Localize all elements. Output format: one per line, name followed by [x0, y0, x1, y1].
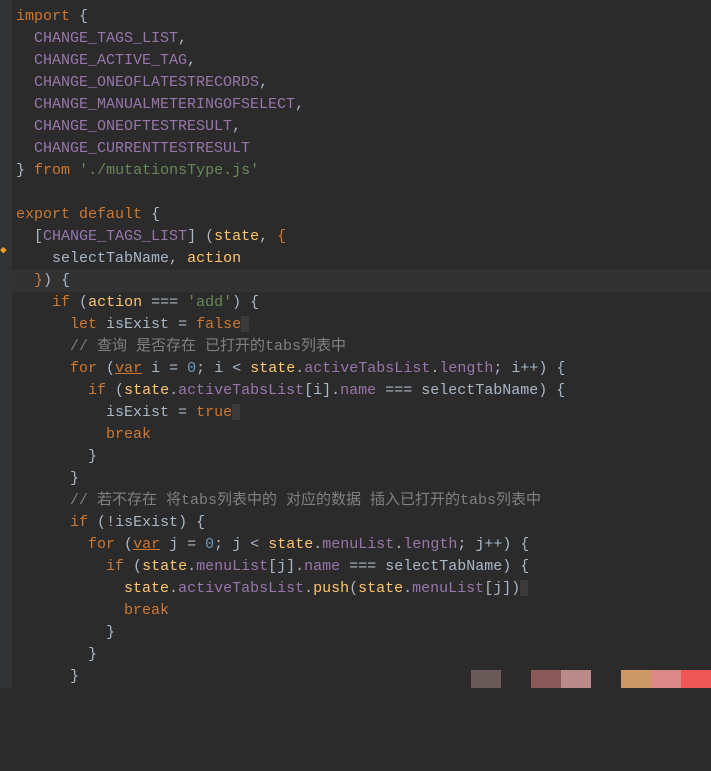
keyword-false: false: [196, 316, 241, 333]
code-editor[interactable]: import { CHANGE_TAGS_LIST, CHANGE_ACTIVE…: [0, 0, 711, 688]
property: name: [304, 558, 340, 575]
number-literal: 0: [187, 360, 196, 377]
increment: j++: [475, 536, 502, 553]
expression: !isExist: [106, 514, 178, 531]
import-item: CHANGE_ONEOFTESTRESULT: [34, 118, 232, 135]
keyword-import: import: [16, 8, 70, 25]
keyword-break: break: [106, 426, 151, 443]
identifier: action: [88, 294, 142, 311]
property: menuList: [196, 558, 268, 575]
keyword-if: if: [70, 514, 88, 531]
keyword-true: true: [196, 404, 232, 421]
keyword-if: if: [88, 382, 106, 399]
identifier: isExist: [106, 404, 169, 421]
operator: ===: [151, 294, 178, 311]
property: menuList: [412, 580, 484, 597]
identifier: state: [142, 558, 187, 575]
comment: // 若不存在 将tabs列表中的 对应的数据 插入已打开的tabs列表中: [70, 492, 541, 509]
keyword-var: var: [115, 360, 142, 377]
identifier: state: [124, 382, 169, 399]
identifier: state: [268, 536, 313, 553]
property: activeTabsList: [178, 580, 304, 597]
keyword-let: let: [70, 316, 97, 333]
identifier: state: [358, 580, 403, 597]
property: length: [403, 536, 457, 553]
identifier: i: [214, 360, 223, 377]
identifier: i: [313, 382, 322, 399]
comment: // 查询 是否存在 已打开的tabs列表中: [70, 338, 346, 355]
gutter[interactable]: [0, 0, 12, 688]
code-area[interactable]: import { CHANGE_TAGS_LIST, CHANGE_ACTIVE…: [12, 0, 565, 688]
trailing-space-marker: [232, 404, 240, 420]
identifier: j: [493, 580, 502, 597]
keyword-var: var: [133, 536, 160, 553]
identifier: state: [124, 580, 169, 597]
keyword-break: break: [124, 602, 169, 619]
property: menuList: [322, 536, 394, 553]
keyword-for: for: [70, 360, 97, 377]
import-item: CHANGE_ONEOFLATESTRECORDS: [34, 74, 259, 91]
import-item: CHANGE_CURRENTTESTRESULT: [34, 140, 250, 157]
method: push: [313, 580, 349, 597]
destructure-field: selectTabName: [52, 250, 169, 267]
increment: i++: [511, 360, 538, 377]
keyword-export: export: [16, 206, 70, 223]
trailing-space-marker: [241, 316, 249, 332]
import-source: './mutationsType.js': [79, 162, 259, 179]
property: name: [340, 382, 376, 399]
identifier: isExist: [106, 316, 169, 333]
warning-gutter-icon[interactable]: ◆: [0, 240, 7, 262]
identifier: i: [151, 360, 160, 377]
identifier: selectTabName: [421, 382, 538, 399]
keyword-for: for: [88, 536, 115, 553]
identifier: j: [232, 536, 241, 553]
identifier: j: [169, 536, 178, 553]
identifier: selectTabName: [385, 558, 502, 575]
keyword-if: if: [52, 294, 70, 311]
import-item: CHANGE_MANUALMETERINGOFSELECT: [34, 96, 295, 113]
keyword-from: from: [34, 162, 70, 179]
destructure-field: action: [187, 250, 241, 267]
param-state: state: [214, 228, 259, 245]
property: activeTabsList: [304, 360, 430, 377]
property: length: [439, 360, 493, 377]
import-item: CHANGE_TAGS_LIST: [34, 30, 178, 47]
identifier: j: [277, 558, 286, 575]
trailing-space-marker: [520, 580, 528, 596]
property: activeTabsList: [178, 382, 304, 399]
identifier: state: [250, 360, 295, 377]
keyword-default: default: [79, 206, 142, 223]
keyword-if: if: [106, 558, 124, 575]
import-item: CHANGE_ACTIVE_TAG: [34, 52, 187, 69]
string-literal: 'add': [187, 294, 232, 311]
computed-key: CHANGE_TAGS_LIST: [43, 228, 187, 245]
number-literal: 0: [205, 536, 214, 553]
